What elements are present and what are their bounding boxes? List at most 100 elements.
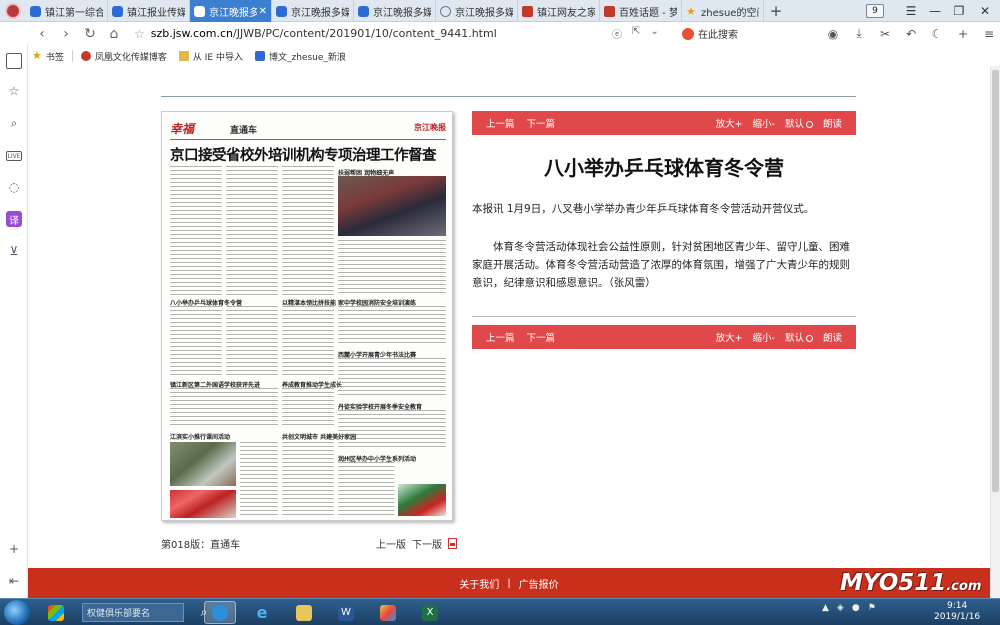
pdf-icon[interactable] [448, 538, 457, 549]
zoom-in-button[interactable]: 放大+ [716, 116, 743, 130]
tab-label: 镇江网友之家 [537, 7, 595, 19]
search-engine-icon[interactable] [682, 27, 694, 40]
add-icon[interactable]: + [950, 23, 976, 44]
dropdown-icon[interactable]: ⌄ [650, 26, 658, 41]
search-box[interactable]: 在此搜索 [682, 25, 812, 42]
tray-app-icon[interactable]: ● [852, 603, 860, 613]
menu-icon[interactable]: ☰ [898, 0, 924, 22]
home-icon[interactable]: ⌂ [102, 22, 126, 45]
bookmark-item[interactable]: 从 IE 中导入 [175, 50, 247, 63]
ad-rates-link[interactable]: 广告报价 [519, 576, 559, 591]
bookmark-item[interactable]: 博文_zhesue_新浪 [251, 50, 350, 63]
new-tab-button[interactable]: + [764, 0, 788, 21]
prev-page-link[interactable]: 上一版 [376, 536, 406, 551]
zoom-in-button[interactable]: 放大+ [716, 330, 743, 344]
tab-4[interactable]: 京江晚报多媒 [272, 0, 354, 22]
collapse-sidebar-icon[interactable]: ⇤ [6, 573, 22, 589]
newspaper-subhead[interactable]: 共创文明城市 共建美好家园 [282, 432, 357, 441]
default-size-button[interactable]: 默认 [785, 330, 813, 344]
chat-icon[interactable]: ◌ [6, 179, 22, 195]
default-size-label: 默认 [784, 119, 804, 130]
newspaper-subhead[interactable]: 江滨实小推行课间活动 [170, 432, 231, 441]
search-label: 在此搜索 [698, 30, 738, 41]
ie-app-icon[interactable]: e [246, 601, 278, 624]
article-title: 八小举办乒乓球体育冬令营 [544, 156, 784, 180]
undo-icon[interactable]: ↶ [898, 23, 924, 44]
article-paragraph: 体育冬令营活动体现社会公益性原则，针对贫困地区青少年、留守儿童、困难家庭开展活动… [472, 241, 850, 289]
reading-list-icon[interactable] [6, 53, 22, 69]
tray-network-icon[interactable]: ▲ [822, 603, 829, 613]
download-icon[interactable]: ⤓ [846, 23, 872, 44]
zoom-out-button[interactable]: 缩小- [753, 116, 775, 130]
browser-logo-icon[interactable] [0, 0, 26, 22]
scrollbar-thumb[interactable] [992, 70, 999, 492]
newspaper-section: 直通车 [230, 126, 258, 136]
tab-counter[interactable]: 9 [866, 4, 884, 18]
tray-flag-icon[interactable]: ⚑ [868, 603, 876, 613]
close-tab-icon[interactable]: ✕ [259, 6, 267, 17]
share-icon[interactable]: ⇱ [632, 26, 640, 41]
word-app-icon[interactable]: W [330, 601, 362, 624]
newspaper-page-image[interactable]: 幸福 直通车 京江晚报 京口接受省校外培训机构专项治理工作督查 扶弱帮困 润物细… [161, 111, 453, 521]
vertical-scrollbar[interactable] [990, 66, 1000, 598]
paint-app-icon[interactable] [372, 601, 404, 624]
bookmarks-bar: ★ 书签 凤凰文化传媒博客 从 IE 中导入 博文_zhesue_新浪 [28, 46, 350, 66]
newspaper-headline[interactable]: 京口接受省校外培训机构专项治理工作督查 [170, 144, 446, 165]
live-icon[interactable]: LIVE [6, 151, 22, 161]
about-link[interactable]: 关于我们 [459, 576, 499, 591]
scissors-icon[interactable]: ✂ [872, 23, 898, 44]
more-menu-icon[interactable]: ≡ [976, 23, 1000, 44]
favorites-star-icon[interactable]: ☆ [6, 83, 22, 99]
tab-6[interactable]: 京江晚报多媒 [436, 0, 518, 22]
text-column [226, 166, 278, 296]
folder-app-icon[interactable] [288, 601, 320, 624]
next-page-link[interactable]: 下一版 [412, 536, 442, 551]
tab-1[interactable]: 镇江第一综合台 [26, 0, 108, 22]
app-icon[interactable] [40, 601, 72, 624]
search-icon[interactable]: ⌕ [6, 115, 22, 131]
next-article-link[interactable]: 下一篇 [527, 330, 556, 344]
moon-icon[interactable]: ☾ [924, 23, 950, 44]
read-aloud-button[interactable]: 朗读 [823, 330, 842, 344]
star-icon: ★ [32, 49, 42, 62]
bookmark-item[interactable]: ★ 书签 [28, 50, 68, 63]
default-size-button[interactable]: 默认 [785, 116, 813, 130]
bookmark-label: 从 IE 中导入 [192, 52, 243, 63]
prev-article-link[interactable]: 上一篇 [486, 330, 515, 344]
tab-9[interactable]: ★ zhesue的空间 [682, 0, 764, 22]
tab-2[interactable]: 镇江报业传媒集 [108, 0, 190, 22]
compat-mode-icon[interactable]: ⓔ [612, 26, 622, 41]
tab-5[interactable]: 京江晚报多媒 [354, 0, 436, 22]
prev-article-link[interactable]: 上一篇 [486, 116, 515, 130]
tray-volume-icon[interactable]: ◈ [837, 603, 844, 613]
url-text[interactable]: szb.jsw.com.cn/JJWB/PC/content/201901/10… [151, 27, 497, 40]
close-window-icon[interactable]: ✕ [972, 0, 998, 22]
tab-3-active[interactable]: 京江晚报多媒✕ [190, 0, 272, 22]
restore-icon[interactable]: ❐ [946, 0, 972, 22]
cart-icon[interactable]: ⊻ [6, 243, 22, 259]
gamepad-icon[interactable]: ◉ [820, 23, 846, 44]
bookmark-item[interactable]: 凤凰文化传媒博客 [77, 50, 171, 63]
newspaper-masthead: 京江晚报 [414, 123, 446, 132]
browser-app-icon[interactable] [204, 601, 236, 624]
bookmark-star-icon[interactable]: ☆ [134, 27, 145, 41]
text-column [338, 410, 446, 450]
clock-time: 9:14 [946, 601, 968, 611]
forward-icon[interactable]: › [54, 22, 78, 45]
taskbar-search-input[interactable]: 权健俱乐部要名 [82, 603, 184, 622]
address-bar[interactable]: ☆ szb.jsw.com.cn/JJWB/PC/content/201901/… [134, 24, 674, 43]
tab-7[interactable]: 镇江网友之家 [518, 0, 600, 22]
tab-8[interactable]: 百姓话题 - 梦 [600, 0, 682, 22]
start-button-icon[interactable] [4, 600, 30, 625]
minimize-icon[interactable]: — [922, 0, 948, 22]
taskbar-clock[interactable]: 9:14 2019/1/16 [934, 601, 980, 623]
excel-app-icon[interactable]: X [414, 601, 446, 624]
folder-icon [178, 51, 189, 61]
add-sidebar-icon[interactable]: + [6, 541, 22, 557]
translate-icon[interactable]: 译 [6, 211, 22, 227]
back-icon[interactable]: ‹ [30, 22, 54, 45]
refresh-icon[interactable]: ↻ [78, 22, 102, 45]
zoom-out-button[interactable]: 缩小- [753, 330, 775, 344]
read-aloud-button[interactable]: 朗读 [823, 116, 842, 130]
next-article-link[interactable]: 下一篇 [527, 116, 556, 130]
